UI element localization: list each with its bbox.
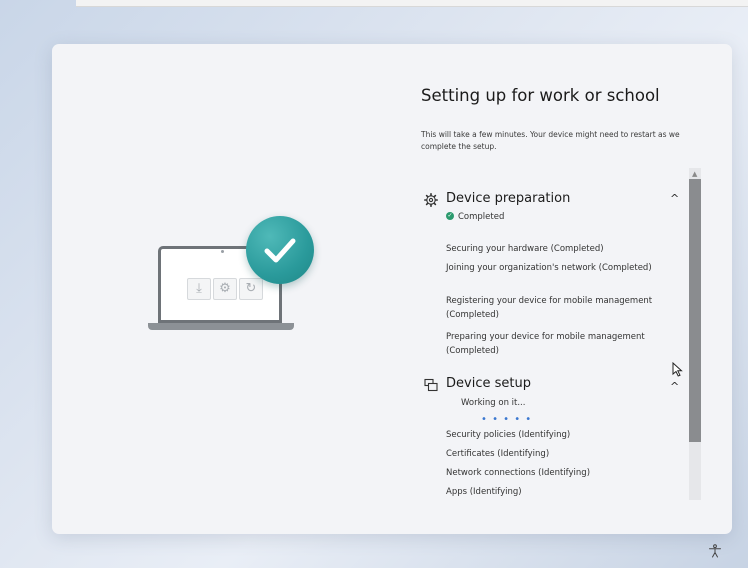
task-joining-network: Joining your organization's network (Com…	[446, 263, 652, 273]
setup-card: ⤓ ⚙ ↻ Setting up for work or school This…	[52, 44, 732, 534]
task-registering-device: Registering your device for mobile manag…	[446, 296, 653, 320]
check-badge-icon	[246, 216, 314, 284]
laptop-check-illustration: ⤓ ⚙ ↻	[148, 216, 318, 336]
progress-dots: • • • • •	[481, 414, 533, 425]
setup-status-panel: Setting up for work or school This will …	[421, 44, 711, 534]
device-setup-title: Device setup	[446, 376, 531, 391]
status-scroll-area[interactable]: Device preparation ^ ✓ Completed Securing…	[421, 166, 703, 506]
device-setup-icon	[424, 378, 438, 392]
task-apps: Apps (Identifying)	[446, 487, 522, 497]
gear-icon	[424, 193, 438, 207]
page-subtitle: This will take a few minutes. Your devic…	[421, 130, 680, 151]
task-network-connections: Network connections (Identifying)	[446, 468, 591, 478]
device-preparation-title: Device preparation	[446, 191, 571, 206]
device-preparation-status: ✓ Completed	[446, 211, 505, 222]
device-preparation-header[interactable]: Device preparation ^	[424, 191, 680, 213]
device-setup-status: Working on it...	[461, 398, 526, 408]
task-security-policies: Security policies (Identifying)	[446, 430, 571, 440]
chevron-up-icon[interactable]: ^	[670, 380, 679, 393]
download-icon: ⤓	[187, 278, 211, 300]
page-title: Setting up for work or school	[421, 86, 660, 105]
task-preparing-device: Preparing your device for mobile managem…	[446, 332, 645, 356]
gear-tile-icon: ⚙	[213, 278, 237, 300]
laptop-camera	[221, 250, 224, 253]
scrollbar-thumb[interactable]	[689, 179, 701, 442]
task-securing-hardware: Securing your hardware (Completed)	[446, 244, 604, 254]
laptop-base	[148, 323, 294, 330]
task-certificates: Certificates (Identifying)	[446, 449, 550, 459]
top-window-edge	[76, 0, 748, 7]
mouse-cursor-icon	[672, 362, 683, 377]
scroll-up-arrow-icon[interactable]: ▲	[692, 171, 697, 178]
chevron-up-icon[interactable]: ^	[670, 192, 679, 205]
device-setup-header[interactable]: Device setup ^	[424, 376, 680, 398]
accessibility-icon[interactable]	[708, 544, 722, 558]
device-preparation-status-text: Completed	[458, 212, 505, 222]
check-circle-icon: ✓	[446, 211, 454, 220]
